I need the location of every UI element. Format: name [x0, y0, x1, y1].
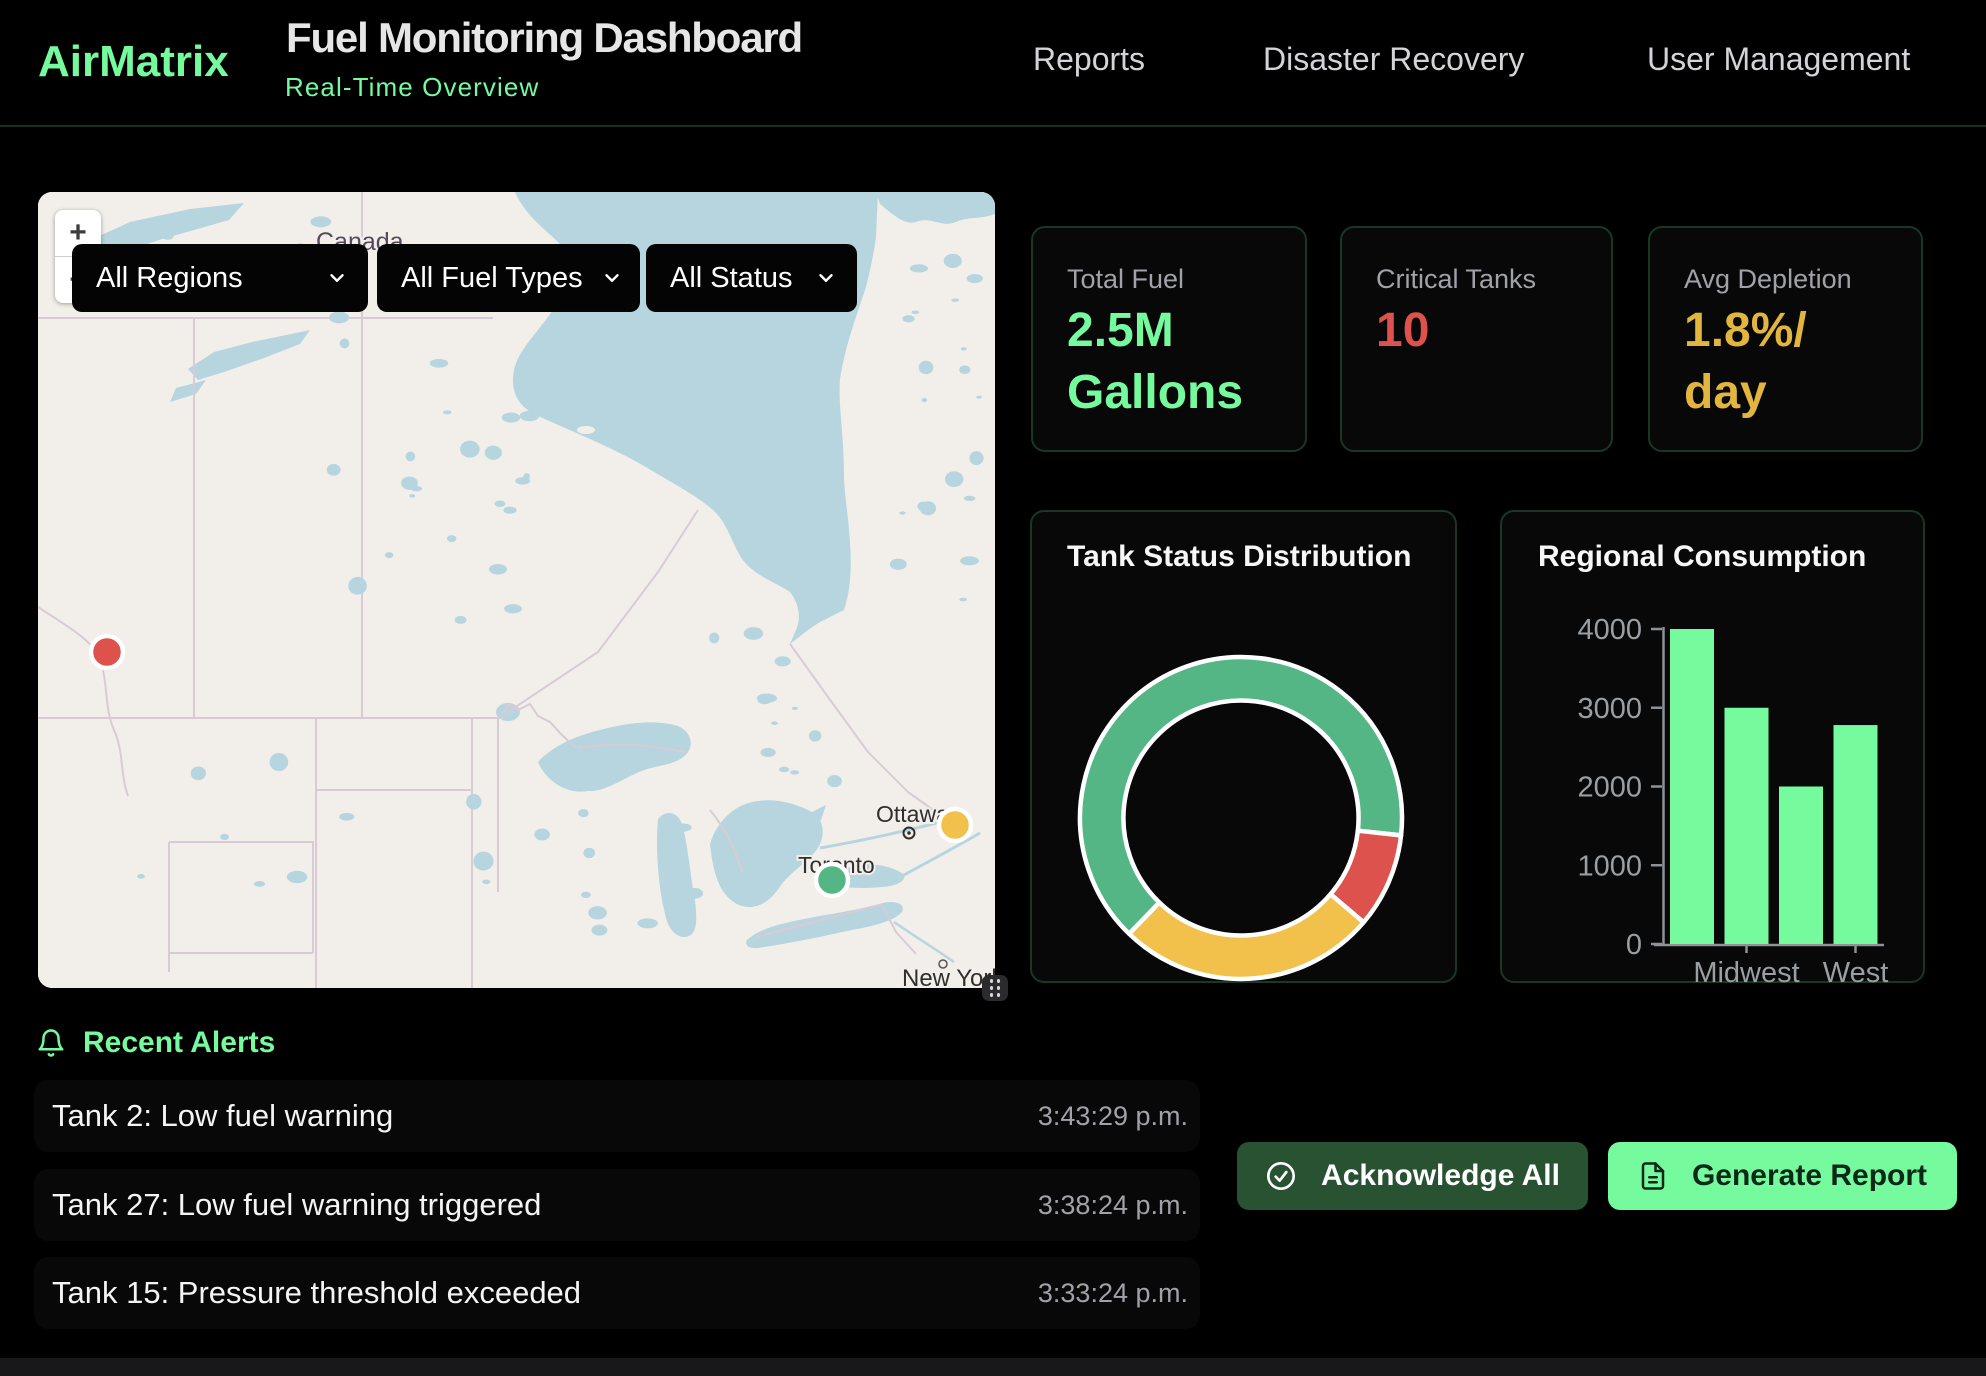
status-filter-select[interactable]: All Status	[646, 244, 857, 312]
alert-message: Tank 2: Low fuel warning	[52, 1098, 393, 1134]
alert-time: 3:33:24 p.m.	[1038, 1278, 1188, 1309]
map-marker-critical[interactable]	[91, 636, 123, 668]
stat-value-critical-tanks: 10	[1376, 300, 1429, 362]
bar-chart-title: Regional Consumption	[1538, 540, 1866, 574]
acknowledge-all-label: Acknowledge All	[1321, 1159, 1560, 1193]
status-filter-value: All Status	[670, 262, 793, 295]
alert-message: Tank 27: Low fuel warning triggered	[52, 1187, 541, 1223]
nav-disaster-recovery[interactable]: Disaster Recovery	[1263, 42, 1524, 76]
generate-report-button[interactable]: Generate Report	[1608, 1142, 1957, 1210]
chevron-down-icon	[815, 267, 837, 289]
stat-card-avg-depletion: Avg Depletion 1.8%/​day	[1648, 226, 1923, 452]
stat-card-critical-tanks: Critical Tanks 10	[1340, 226, 1613, 452]
region-filter-value: All Regions	[96, 262, 243, 295]
bell-icon	[36, 1026, 66, 1060]
map[interactable]: Canada Ottawa Toronto New York + − All R…	[38, 192, 995, 988]
regional-consumption-card: Regional Consumption 0 1000 2000 3000 4000 Mi…	[1500, 510, 1925, 983]
alert-message: Tank 15: Pressure threshold exceeded	[52, 1275, 581, 1311]
alert-row[interactable]: Tank 15: Pressure threshold exceeded 3:3…	[34, 1257, 1200, 1329]
app-logo: AirMatrix	[38, 40, 229, 84]
stat-card-total-fuel: Total Fuel 2.5M Gallons	[1031, 226, 1307, 452]
acknowledge-all-button[interactable]: Acknowledge All	[1237, 1142, 1588, 1210]
fuel-monitoring-dashboard: AirMatrix Fuel Monitoring Dashboard Real…	[0, 0, 1986, 1376]
header: AirMatrix Fuel Monitoring Dashboard Real…	[0, 0, 1986, 127]
tank-status-card: Tank Status Distribution	[1030, 510, 1457, 983]
fuel-type-filter-value: All Fuel Types	[401, 262, 583, 295]
chevron-down-icon	[601, 267, 623, 289]
generate-report-label: Generate Report	[1692, 1159, 1927, 1193]
svg-text:0: 0	[1626, 929, 1642, 961]
page-subtitle: Real-Time Overview	[285, 73, 539, 101]
alert-time: 3:43:29 p.m.	[1038, 1101, 1188, 1132]
svg-text:West: West	[1823, 957, 1889, 985]
region-filter-select[interactable]: All Regions	[72, 244, 368, 312]
stat-value-total-fuel: 2.5M Gallons	[1067, 300, 1257, 424]
svg-text:Midwest: Midwest	[1693, 957, 1799, 985]
chevron-down-icon	[326, 267, 348, 289]
nav-user-management[interactable]: User Management	[1647, 42, 1910, 76]
footer-bar	[0, 1358, 1986, 1376]
svg-text:3000: 3000	[1577, 693, 1642, 725]
alert-time: 3:38:24 p.m.	[1038, 1190, 1188, 1221]
page-title: Fuel Monitoring Dashboard	[286, 15, 802, 61]
stat-label: Avg Depletion	[1684, 264, 1852, 294]
stat-label: Critical Tanks	[1376, 264, 1536, 294]
alert-row[interactable]: Tank 2: Low fuel warning 3:43:29 p.m.	[34, 1080, 1200, 1152]
map-marker-warning[interactable]	[939, 809, 971, 841]
fuel-type-filter-select[interactable]: All Fuel Types	[377, 244, 640, 312]
stat-value-avg-depletion: 1.8%/​day	[1684, 300, 1844, 424]
donut-chart-title: Tank Status Distribution	[1067, 540, 1411, 574]
nav-reports[interactable]: Reports	[1033, 42, 1145, 76]
svg-text:4000: 4000	[1577, 614, 1642, 646]
map-marker-normal[interactable]	[816, 864, 848, 896]
file-text-icon	[1638, 1161, 1668, 1191]
stat-label: Total Fuel	[1067, 264, 1184, 294]
check-circle-icon	[1265, 1160, 1297, 1192]
svg-text:2000: 2000	[1577, 772, 1642, 804]
resize-grip-handle[interactable]	[982, 975, 1008, 1001]
svg-text:1000: 1000	[1577, 850, 1642, 882]
tank-status-donut-chart	[1032, 512, 1459, 985]
alerts-heading: Recent Alerts	[83, 1026, 275, 1060]
regional-consumption-bar-chart: 0 1000 2000 3000 4000 Midwest West	[1502, 512, 1927, 985]
alert-row[interactable]: Tank 27: Low fuel warning triggered 3:38…	[34, 1169, 1200, 1241]
